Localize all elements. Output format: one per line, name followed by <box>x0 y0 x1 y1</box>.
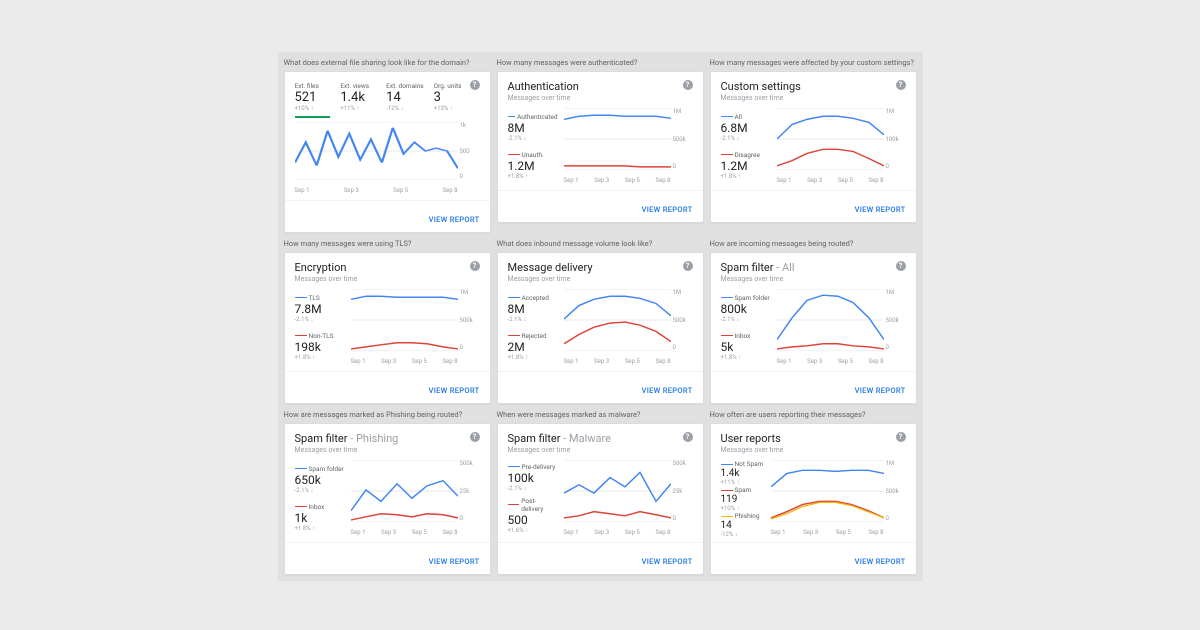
view-report-link[interactable]: VIEW REPORT <box>642 557 693 566</box>
card-title: Custom settings <box>721 80 801 93</box>
card-title: User reports <box>721 432 784 445</box>
legend: Pre-delivery100k-2.1% ↓ Post-delivery500… <box>508 460 558 536</box>
view-report-link[interactable]: VIEW REPORT <box>855 557 906 566</box>
metric-ext-domains[interactable]: Ext. domains 14 -12% ↓ <box>386 82 424 112</box>
cell-user-reports: How often are users reporting their mess… <box>710 410 917 575</box>
card-title: Encryption <box>295 261 358 274</box>
question-filesharing: What does external file sharing look lik… <box>284 58 491 67</box>
cell-auth: How many messages were authenticated? Au… <box>497 58 704 233</box>
help-icon[interactable]: ? <box>470 432 480 442</box>
card-auth: Authentication Messages over time ? Auth… <box>497 71 704 223</box>
help-icon[interactable]: ? <box>896 432 906 442</box>
dashboard-grid: What does external file sharing look lik… <box>278 52 923 581</box>
y-axis: 1k 500 0 <box>460 122 482 180</box>
card-delivery: Message deliveryMessages over time? Acce… <box>497 252 704 404</box>
series-unauth: Unauth. 1.2M +1.8% ↑ <box>508 151 558 180</box>
question-spam-all: How are incoming messages being routed? <box>710 239 917 248</box>
chart-spam-phish: 500k25k0 Sep 1Sep 3Sep 5Sep 8 <box>351 460 480 536</box>
cell-custom: How many messages were affected by your … <box>710 58 917 233</box>
help-icon[interactable]: ? <box>896 261 906 271</box>
card-spam-all: Spam filter - AllMessages over time? Spa… <box>710 252 917 404</box>
cell-spam-phish: How are messages marked as Phishing bein… <box>284 410 491 575</box>
view-report-link[interactable]: VIEW REPORT <box>429 557 480 566</box>
question-user-reports: How often are users reporting their mess… <box>710 410 917 419</box>
help-icon[interactable]: ? <box>896 80 906 90</box>
legend: Spam folder650k-2.1% ↓ Inbox1k+1.8% ↑ <box>295 460 345 536</box>
card-custom: Custom settings Messages over time ? All… <box>710 71 917 223</box>
metric-ext-views[interactable]: Ext. views 1.4k +11% ↑ <box>340 82 376 112</box>
card-user-reports: User reportsMessages over time? Not Spam… <box>710 423 917 575</box>
view-report-link[interactable]: VIEW REPORT <box>855 386 906 395</box>
help-icon[interactable]: ? <box>470 261 480 271</box>
legend: Authenticated 8M -2.1% ↓ Unauth. 1.2M +1… <box>508 108 558 184</box>
question-encryption: How many messages were using TLS? <box>284 239 491 248</box>
help-icon[interactable]: ? <box>470 80 480 90</box>
view-report-link[interactable]: VIEW REPORT <box>855 205 906 214</box>
legend: Spam folder800k-2.1% ↓ Inbox5k+1.8% ↑ <box>721 289 771 365</box>
filesharing-metrics: Ext. files 521 +10% ↑ Ext. views 1.4k +1… <box>295 82 470 118</box>
help-icon[interactable]: ? <box>683 80 693 90</box>
legend: All6.8M-2.1% ↓ Disagree1.2M+1.8% ↑ <box>721 108 771 184</box>
question-auth: How many messages were authenticated? <box>497 58 704 67</box>
cell-spam-malware: When were messages marked as malware? Sp… <box>497 410 704 575</box>
card-spam-phish: Spam filter - PhishingMessages over time… <box>284 423 491 575</box>
help-icon[interactable]: ? <box>683 432 693 442</box>
cell-filesharing: What does external file sharing look lik… <box>284 58 491 233</box>
question-spam-malware: When were messages marked as malware? <box>497 410 704 419</box>
x-axis: Sep 1 Sep 3 Sep 5 Sep 8 <box>295 187 458 194</box>
card-title: Spam filter - All <box>721 261 795 274</box>
chart-delivery: 1M500k0 Sep 1Sep 3Sep 5Sep 8 <box>564 289 693 365</box>
card-title: Spam filter - Phishing <box>295 432 399 445</box>
view-report-link[interactable]: VIEW REPORT <box>642 386 693 395</box>
chart-spam-malware: 500k25k0 Sep 1Sep 3Sep 5Sep 8 <box>564 460 693 536</box>
chart-auth: 1M500k0 Sep 1Sep 3Sep 5Sep 8 <box>564 108 693 184</box>
card-encryption: EncryptionMessages over time? TLS7.8M-2.… <box>284 252 491 404</box>
cell-spam-all: How are incoming messages being routed? … <box>710 239 917 404</box>
metric-org-units[interactable]: Org. units 3 +13% ↑ <box>434 82 470 112</box>
card-spam-malware: Spam filter - MalwareMessages over time?… <box>497 423 704 575</box>
help-icon[interactable]: ? <box>683 261 693 271</box>
metric-ext-files[interactable]: Ext. files 521 +10% ↑ <box>295 82 331 118</box>
cell-encryption: How many messages were using TLS? Encryp… <box>284 239 491 404</box>
view-report-link[interactable]: VIEW REPORT <box>429 215 480 224</box>
legend: Accepted8M-2.1% ↓ Rejected2M+1.8% ↑ <box>508 289 558 365</box>
chart-encryption: 1M500k0 Sep 1Sep 3Sep 5Sep 8 <box>351 289 480 365</box>
legend: Not Spam1.4k+11% ↑ Spam119+10% ↑ Phishin… <box>721 460 765 536</box>
card-title: Authentication <box>508 80 579 93</box>
card-title: Spam filter - Malware <box>508 432 611 445</box>
question-spam-phish: How are messages marked as Phishing bein… <box>284 410 491 419</box>
filesharing-chart: 1k 500 0 Sep 1 Sep 3 Sep 5 Sep 8 <box>295 122 480 194</box>
view-report-link[interactable]: VIEW REPORT <box>642 205 693 214</box>
card-title: Message delivery <box>508 261 593 274</box>
chart-user-reports: 1M500k0 Sep 1Sep 3Sep 5Sep 8 <box>771 460 906 536</box>
legend: TLS7.8M-2.1% ↓ Non-TLS198k+1.8% ↑ <box>295 289 345 365</box>
series-authenticated: Authenticated 8M -2.1% ↓ <box>508 113 558 142</box>
question-delivery: What does inbound message volume look li… <box>497 239 704 248</box>
chart-custom: 1M100k0 Sep 1Sep 3Sep 5Sep 8 <box>777 108 906 184</box>
cell-delivery: What does inbound message volume look li… <box>497 239 704 404</box>
chart-spam-all: 1M500k0 Sep 1Sep 3Sep 5Sep 8 <box>777 289 906 365</box>
card-filesharing: Ext. files 521 +10% ↑ Ext. views 1.4k +1… <box>284 71 491 233</box>
question-custom: How many messages were affected by your … <box>710 58 917 67</box>
view-report-link[interactable]: VIEW REPORT <box>429 386 480 395</box>
card-subtitle: Messages over time <box>508 94 579 102</box>
